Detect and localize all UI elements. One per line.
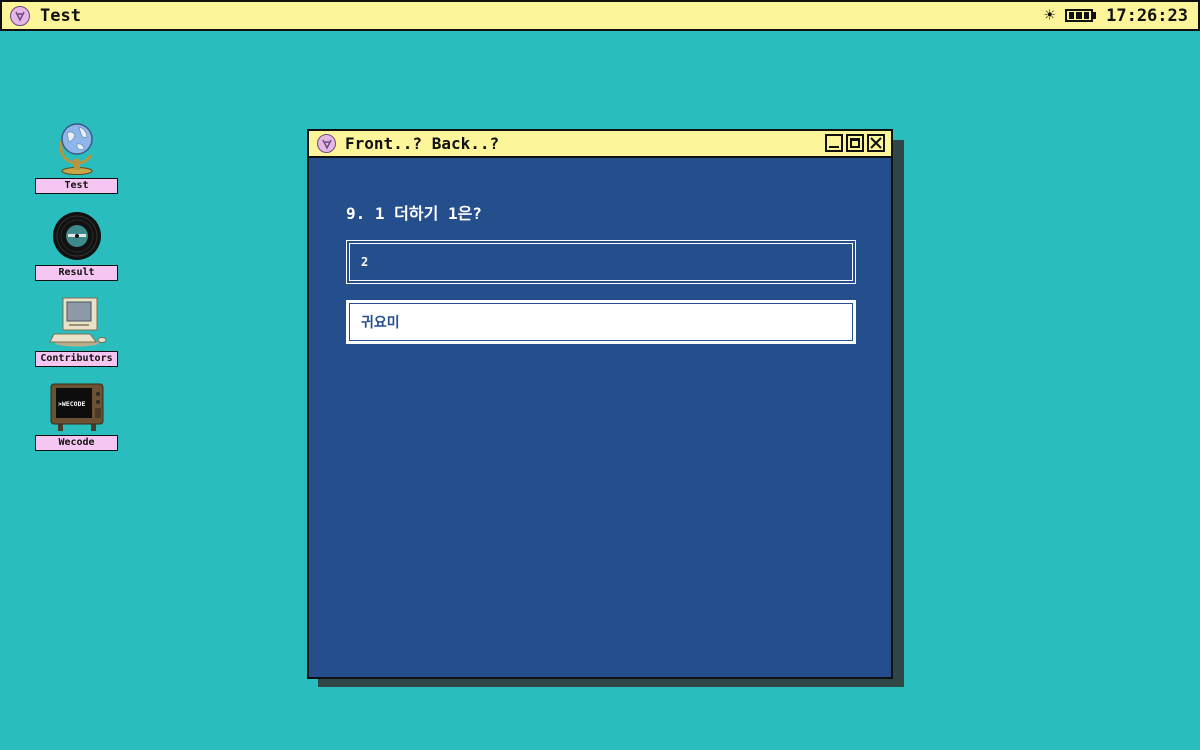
system-tray: ☀ 17:26:23 xyxy=(1044,2,1188,29)
tv-screen-text: >WECODE xyxy=(58,400,85,408)
app-name: Test xyxy=(40,5,81,26)
question-text: 9. 1 더하기 1은? xyxy=(346,204,482,223)
desktop-icon-test[interactable]: Test xyxy=(35,117,118,194)
answer-option[interactable]: 2 xyxy=(346,240,856,284)
globe-icon xyxy=(53,117,101,175)
maximize-button[interactable] xyxy=(846,134,864,152)
window-titlebar[interactable]: Front..? Back..? xyxy=(309,131,891,158)
desktop-icon-contributors[interactable]: Contributors xyxy=(35,290,118,367)
top-bar: Test ☀ 17:26:23 xyxy=(0,0,1200,31)
answer-option-label: 귀요미 xyxy=(361,315,400,331)
brightness-icon[interactable]: ☀ xyxy=(1044,6,1055,25)
app-logo-icon xyxy=(317,134,336,153)
close-button[interactable] xyxy=(867,134,885,152)
battery-icon[interactable] xyxy=(1065,9,1097,22)
quiz-window: Front..? Back..? 9. 1 더하기 1은? 2 귀요미 xyxy=(307,129,893,679)
close-icon xyxy=(870,137,882,149)
answer-option-label: 2 xyxy=(361,255,369,269)
desktop-icon-wecode[interactable]: >WECODE Wecode xyxy=(35,374,118,451)
desktop-icon-label: Contributors xyxy=(35,351,118,367)
clock: 17:26:23 xyxy=(1106,5,1188,26)
computer-icon xyxy=(44,290,110,348)
window-title: Front..? Back..? xyxy=(345,134,500,153)
minimize-button[interactable] xyxy=(825,134,843,152)
app-logo-icon[interactable] xyxy=(10,5,30,26)
answer-option-selected[interactable]: 귀요미 xyxy=(346,300,856,344)
tv-icon: >WECODE xyxy=(48,374,106,432)
desktop-icon-label: Result xyxy=(35,265,118,281)
window-controls xyxy=(825,134,885,152)
desktop-icon-label: Test xyxy=(35,178,118,194)
desktop-icon-label: Wecode xyxy=(35,435,118,451)
vinyl-record-icon xyxy=(52,204,102,262)
desktop-icon-result[interactable]: Result xyxy=(35,204,118,281)
